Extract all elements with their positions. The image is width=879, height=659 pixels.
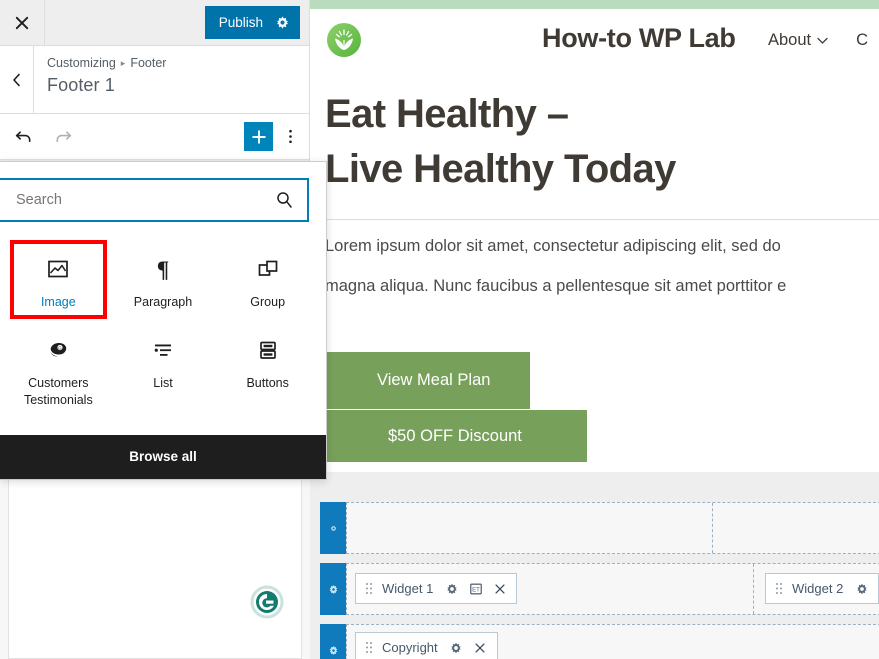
view-meal-plan-label: View Meal Plan: [377, 371, 491, 389]
nav-item-about[interactable]: About: [768, 31, 828, 50]
breadcrumb-root[interactable]: Customizing: [47, 56, 116, 70]
inserter-block-label: Group: [250, 295, 286, 309]
pilcrow-icon: ¶: [150, 252, 176, 286]
inserter-block-customers-testimonials[interactable]: G Customers Testimonials: [6, 319, 111, 417]
back-button[interactable]: [0, 46, 34, 113]
magnifier-icon: [275, 191, 294, 210]
close-customizer-button[interactable]: [0, 0, 45, 45]
close-icon[interactable]: [473, 640, 488, 655]
group-stacked-squares-icon: [255, 252, 281, 286]
footer-region-gear-middle[interactable]: [320, 563, 346, 615]
close-icon: [15, 16, 29, 29]
footer-widget-area: Widget 1 ET Widget 2 Copyright: [310, 472, 879, 659]
undo-button[interactable]: [8, 122, 38, 152]
drag-grip-icon[interactable]: [775, 582, 783, 595]
gear-icon[interactable]: [444, 581, 459, 596]
widget-chip-widget-2[interactable]: Widget 2: [765, 573, 879, 604]
inserter-block-paragraph[interactable]: ¶ Paragraph: [111, 238, 216, 319]
inserter-block-label: Buttons: [246, 375, 289, 390]
hero-heading-line-2: Live Healthy Today: [325, 147, 676, 192]
customizer-topbar: Publish: [0, 0, 309, 46]
bulleted-list-icon: [150, 333, 176, 367]
more-options-button[interactable]: [277, 122, 303, 151]
customizer-panel: Publish Customizing ▸ Footer Footer 1 Se…: [0, 0, 327, 659]
breadcrumb-section[interactable]: Footer: [130, 56, 166, 70]
inserter-block-grid: Image ¶ Paragraph Group G Customers Test…: [0, 232, 326, 435]
widget-chip-label: Copyright: [382, 640, 438, 655]
hero-heading-line-1: Eat Healthy –: [325, 92, 569, 136]
site-nav: About C: [768, 31, 868, 50]
inserter-block-label: List: [153, 375, 173, 390]
inserter-block-label: Image: [40, 295, 76, 309]
block-type-icon[interactable]: ET: [468, 581, 483, 596]
inserter-block-label: Customers Testimonials: [23, 375, 93, 407]
nav-item-contact[interactable]: C: [856, 31, 868, 50]
preview-top-strip: [310, 0, 879, 9]
inserter-block-image[interactable]: Image: [6, 238, 111, 319]
footer-region-gear-top[interactable]: [320, 502, 346, 554]
widget-chip-label: Widget 1: [382, 581, 434, 596]
green-circle-logo-icon: [249, 584, 285, 620]
close-icon[interactable]: [492, 581, 507, 596]
redo-button[interactable]: [48, 122, 78, 152]
inserter-search-area: [0, 162, 326, 232]
browse-all-button[interactable]: Browse all: [0, 434, 326, 479]
inserter-block-buttons[interactable]: Buttons: [215, 319, 320, 417]
customers-testimonials-icon: G: [45, 333, 71, 367]
gear-icon[interactable]: [854, 581, 869, 596]
image-icon: [45, 252, 71, 286]
customizer-section-header: Customizing ▸ Footer Footer 1: [0, 46, 309, 114]
widget-chip-copyright[interactable]: Copyright: [355, 632, 498, 659]
drag-grip-icon[interactable]: [365, 641, 373, 654]
inserter-block-list[interactable]: List: [111, 319, 216, 417]
publish-button-label: Publish: [218, 15, 263, 30]
nav-item-label: About: [768, 31, 812, 49]
breadcrumb: Customizing ▸ Footer: [47, 56, 166, 70]
gear-icon[interactable]: [449, 640, 464, 655]
search-input[interactable]: [0, 180, 307, 220]
plus-icon: [251, 129, 266, 144]
screen-root: How-to WP Lab About C Eat Healthy – Live…: [0, 0, 879, 659]
breadcrumb-separator-icon: ▸: [120, 57, 126, 68]
block-editor-toolbar: [0, 114, 309, 160]
site-preview: How-to WP Lab About C Eat Healthy – Live…: [310, 0, 879, 659]
vertical-dots-icon: [288, 129, 292, 144]
add-block-button[interactable]: [244, 122, 273, 151]
discount-button[interactable]: $50 OFF Discount: [325, 410, 587, 462]
site-header: How-to WP Lab About C: [310, 9, 879, 71]
chevron-left-icon: [13, 73, 20, 86]
hero-section: Eat Healthy – Live Healthy Today Lorem i…: [310, 71, 879, 300]
nav-item-label: C: [856, 31, 869, 49]
inserter-block-group[interactable]: Group: [215, 238, 320, 319]
discount-label: $50 OFF Discount: [388, 426, 522, 445]
view-meal-plan-button[interactable]: View Meal Plan: [325, 352, 530, 409]
gear-icon: [330, 525, 336, 531]
svg-text:¶: ¶: [157, 257, 169, 282]
publish-button[interactable]: Publish: [204, 6, 300, 39]
footer-widget-region-top[interactable]: [346, 502, 879, 554]
svg-text:G: G: [59, 345, 63, 350]
block-inserter-popover: Image ¶ Paragraph Group G: [0, 161, 327, 480]
inserter-block-label: Paragraph: [133, 295, 193, 309]
widget-chip-label: Widget 2: [792, 581, 844, 596]
redo-arrow-icon: [56, 131, 71, 143]
undo-arrow-icon: [15, 131, 30, 143]
hero-paragraph-line-1: Lorem ipsum dolor sit amet, consectetur …: [325, 237, 781, 256]
drag-grip-icon[interactable]: [365, 582, 373, 595]
buttons-stacked-icon: [255, 333, 281, 367]
publish-settings-gear-icon[interactable]: [275, 15, 290, 30]
hero-divider: [310, 219, 879, 221]
widget-chip-widget-1[interactable]: Widget 1 ET: [355, 573, 518, 604]
svg-text:ET: ET: [472, 586, 480, 593]
footer-region-gear-bottom[interactable]: [320, 624, 346, 659]
chevron-down-icon: [817, 31, 828, 50]
gear-icon: [329, 645, 337, 655]
green-plant-logo-icon[interactable]: [325, 21, 363, 59]
page-title: Footer 1: [47, 75, 115, 95]
browse-all-label: Browse all: [129, 449, 197, 465]
site-title: How-to WP Lab: [542, 23, 736, 53]
search-field-wrapper[interactable]: [0, 178, 309, 222]
gear-icon: [329, 584, 337, 594]
hero-paragraph-line-2: magna aliqua. Nunc faucibus a pellentesq…: [325, 277, 787, 296]
